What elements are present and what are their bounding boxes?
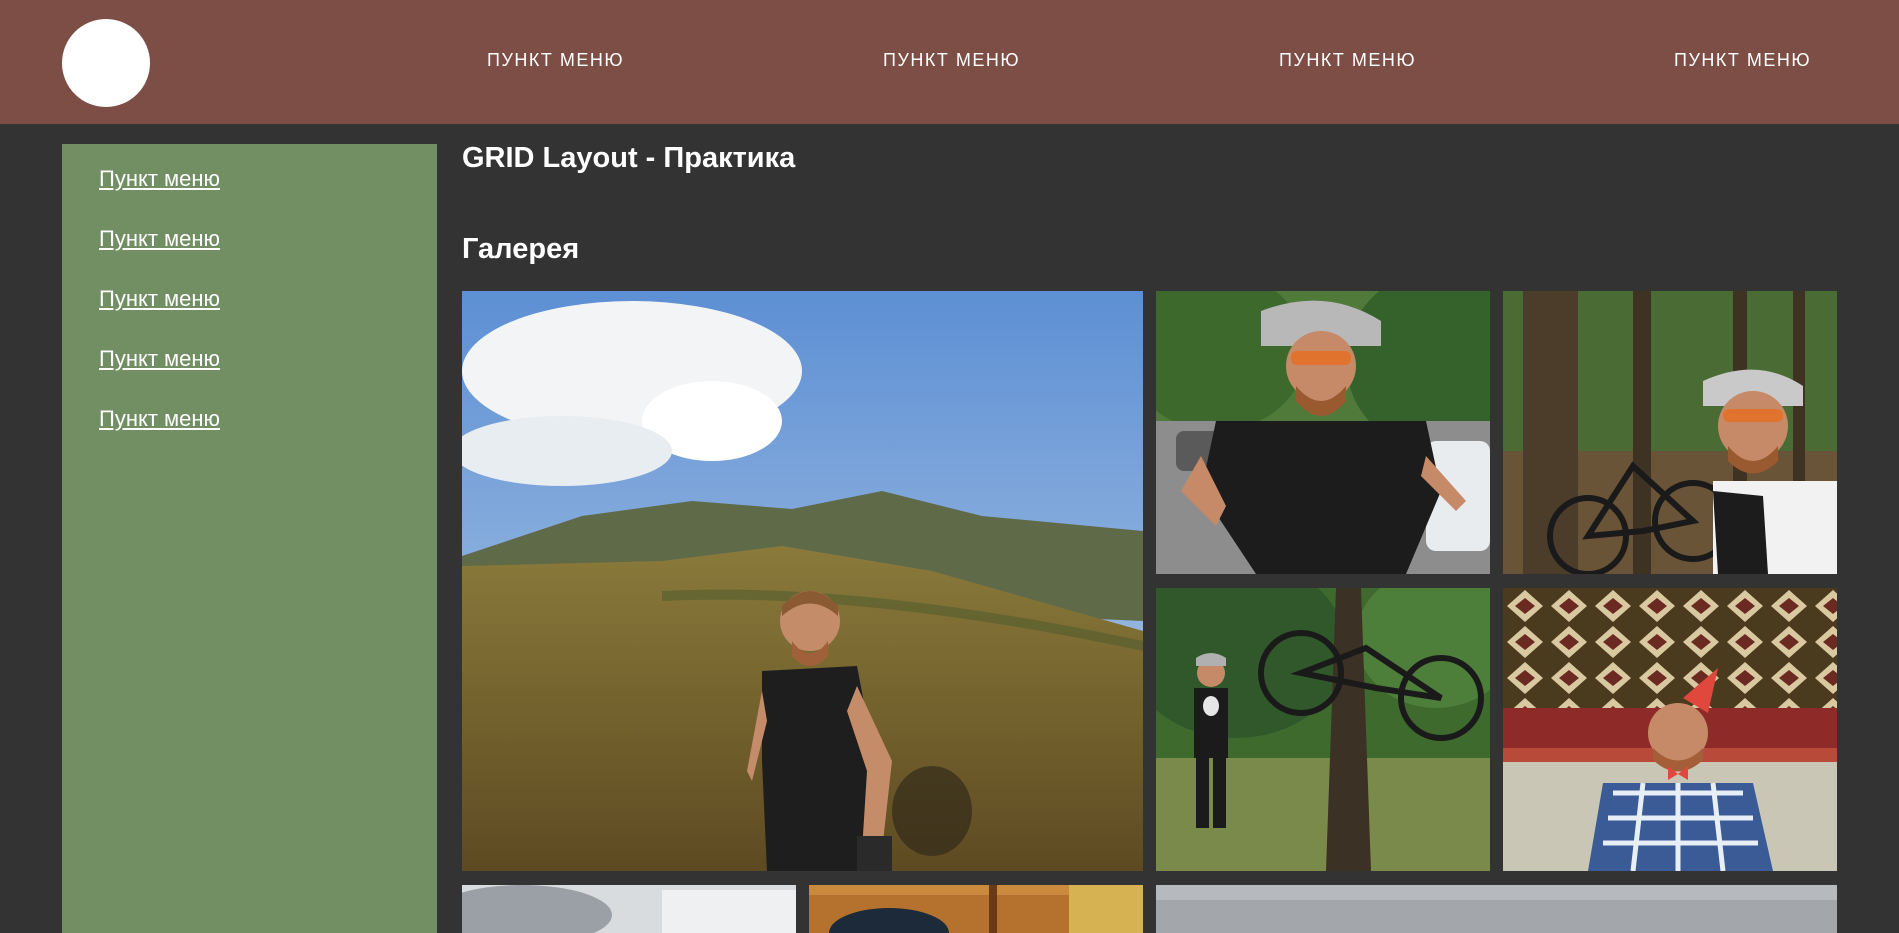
site-header: ПУНКТ МЕНЮ ПУНКТ МЕНЮ ПУНКТ МЕНЮ ПУНКТ М… — [0, 0, 1899, 124]
sidebar-item-2[interactable]: Пункт меню — [99, 226, 220, 252]
sidebar-item-1[interactable]: Пункт меню — [99, 166, 220, 192]
photo-image — [1503, 291, 1837, 574]
gallery-photo-cyclist-parking[interactable] — [1156, 291, 1490, 574]
photo-image — [462, 291, 1143, 871]
gallery-photo-bike-in-tree[interactable] — [1156, 588, 1490, 871]
gallery-title: Галерея — [462, 233, 580, 265]
sidebar: Пункт меню Пункт меню Пункт меню Пункт м… — [62, 144, 437, 933]
photo-image — [1156, 291, 1490, 574]
gallery-photo-party-carpet[interactable] — [1503, 588, 1837, 871]
sidebar-item-4[interactable]: Пункт меню — [99, 346, 220, 372]
gallery-photo-bottom-1[interactable] — [462, 885, 796, 933]
top-nav-item-2[interactable]: ПУНКТ МЕНЮ — [883, 50, 1020, 71]
top-nav: ПУНКТ МЕНЮ ПУНКТ МЕНЮ ПУНКТ МЕНЮ ПУНКТ М… — [0, 0, 1899, 124]
gallery-photo-bottom-3[interactable] — [1156, 885, 1837, 933]
photo-image — [1503, 588, 1837, 871]
sidebar-item-3[interactable]: Пункт меню — [99, 286, 220, 312]
photo-image — [809, 885, 1143, 933]
top-nav-item-1[interactable]: ПУНКТ МЕНЮ — [487, 50, 624, 71]
photo-image — [462, 885, 796, 933]
photo-image — [1156, 588, 1490, 871]
photo-image — [1156, 885, 1837, 933]
page-title: GRID Layout - Практика — [462, 142, 796, 174]
top-nav-item-3[interactable]: ПУНКТ МЕНЮ — [1279, 50, 1416, 71]
gallery-photo-bottom-2[interactable] — [809, 885, 1143, 933]
sidebar-item-5[interactable]: Пункт меню — [99, 406, 220, 432]
gallery-photo-forest-bike[interactable] — [1503, 291, 1837, 574]
gallery-photo-mountain-selfie[interactable] — [462, 291, 1143, 871]
top-nav-item-4[interactable]: ПУНКТ МЕНЮ — [1674, 50, 1811, 71]
